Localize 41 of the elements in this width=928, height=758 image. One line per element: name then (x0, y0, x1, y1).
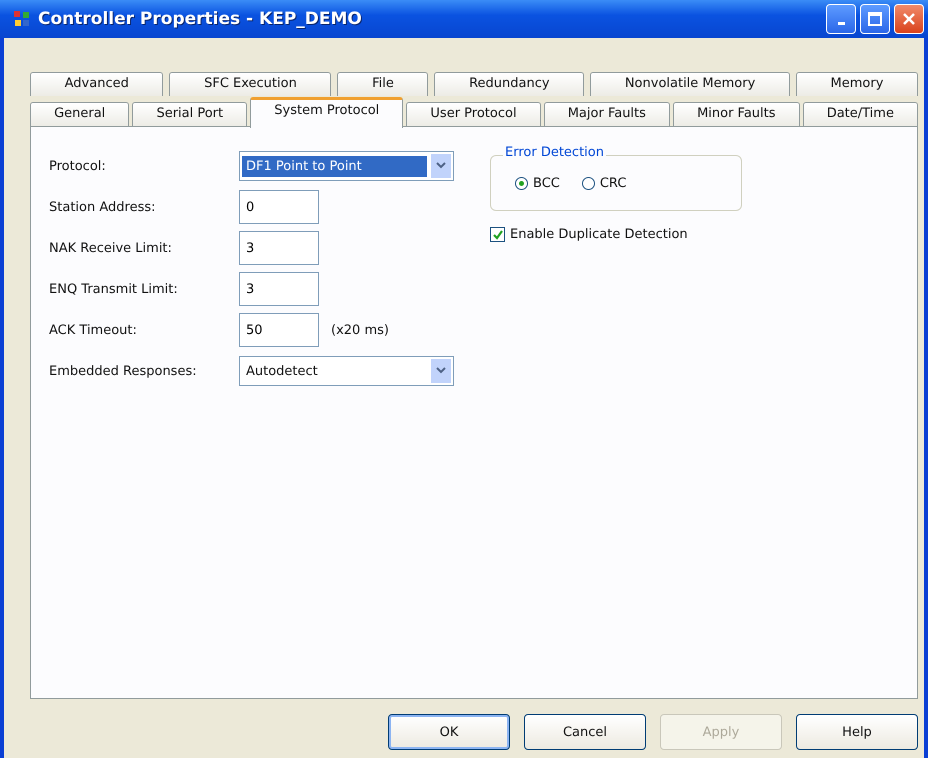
checkmark-icon (492, 228, 504, 240)
field-label: ENQ Transmit Limit: (49, 282, 179, 296)
tab[interactable]: Date/Time (802, 102, 918, 126)
tab[interactable]: Redundancy (434, 72, 584, 96)
tab[interactable]: Serial Port (132, 102, 248, 126)
field-label: Embedded Responses: (49, 364, 198, 378)
minimize-button[interactable] (826, 4, 856, 34)
dialog-button[interactable]: Cancel (524, 714, 646, 750)
dialog-button[interactable]: Help (796, 714, 918, 750)
tab[interactable]: General (30, 102, 130, 126)
maximize-button[interactable] (860, 4, 890, 34)
field-label: ACK Timeout: (49, 322, 138, 338)
tab[interactable]: Minor Faults (673, 102, 800, 126)
dropdown[interactable]: Autodetect (239, 356, 454, 386)
input-field[interactable]: 3 (239, 231, 319, 265)
tab[interactable]: Nonvolatile Memory (590, 72, 790, 96)
input-field[interactable]: 3 (239, 272, 319, 306)
tab[interactable]: System Protocol (250, 97, 404, 128)
field-label: Station Address: (49, 200, 157, 214)
dialog-button[interactable]: OK (388, 714, 510, 750)
tab[interactable]: User Protocol (406, 102, 541, 126)
field-label: Protocol: (49, 158, 107, 174)
app-icon (12, 9, 32, 29)
minimize-icon (838, 22, 844, 24)
unit-label: (x20 ms) (331, 322, 389, 338)
tab[interactable]: Memory (796, 72, 918, 96)
tab[interactable]: Advanced (30, 72, 164, 96)
checkbox[interactable]: Enable Duplicate Detection (490, 227, 742, 242)
input-field[interactable]: 50 (239, 313, 319, 347)
tab[interactable]: File (337, 72, 428, 96)
dropdown[interactable]: DF1 Point to Point (239, 151, 454, 181)
close-icon (901, 11, 917, 27)
input-field[interactable]: 0 (239, 190, 319, 224)
close-button[interactable] (894, 4, 924, 34)
radio-option[interactable]: CRC (582, 176, 626, 191)
tab[interactable]: Major Faults (544, 102, 670, 126)
maximize-icon (867, 11, 883, 27)
window-title: Controller Properties - KEP_DEMO (38, 9, 362, 29)
radio-option[interactable]: BCC (515, 176, 560, 191)
tab[interactable]: SFC Execution (169, 72, 332, 96)
field-label: NAK Receive Limit: (49, 240, 173, 256)
